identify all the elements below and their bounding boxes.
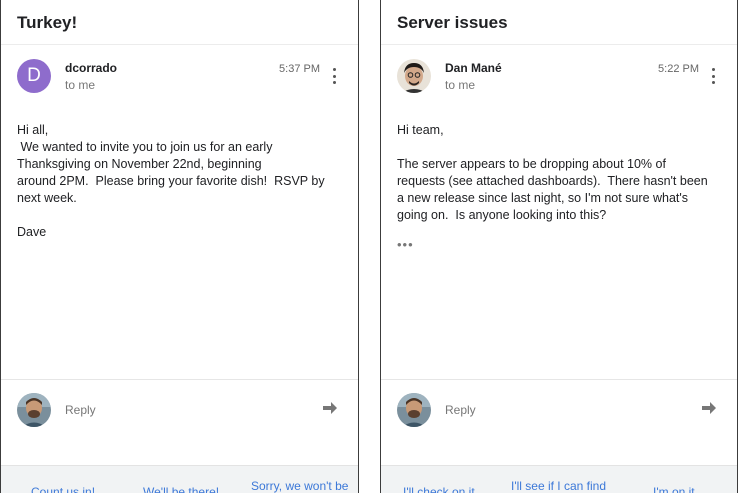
timestamp: 5:37 PM: [279, 63, 320, 75]
smart-reply-chip[interactable]: I'll check on it: [403, 485, 475, 493]
sender-avatar[interactable]: D: [17, 59, 51, 93]
user-avatar: [17, 393, 51, 427]
email-subject: Turkey!: [17, 13, 78, 32]
body-line: a new release since last night, so I'm n…: [397, 191, 689, 205]
body-line: Hi all,: [17, 123, 49, 137]
divider: [1, 44, 358, 45]
more-options-icon[interactable]: [709, 68, 717, 84]
smart-reply-chip[interactable]: I'm on it: [653, 485, 695, 493]
sender-name: dcorrado: [65, 61, 118, 75]
send-arrow-icon[interactable]: [322, 401, 338, 415]
smart-reply-bar: I'll check on it I'll see if I can find …: [381, 465, 737, 493]
smart-reply-chip[interactable]: Count us in!: [31, 485, 95, 493]
divider: [1, 379, 358, 380]
send-arrow-icon[interactable]: [701, 401, 717, 415]
sender-name: Dan Mané: [445, 61, 502, 75]
body-greeting: Hi team,: [397, 123, 444, 137]
reply-input[interactable]: Reply: [65, 403, 96, 417]
email-body: Hi team, The server appears to be droppi…: [397, 122, 708, 253]
body-gap: [397, 139, 708, 156]
body-line: around 2PM. Please bring your favorite d…: [17, 174, 325, 188]
show-trimmed-content-button[interactable]: •••: [397, 236, 708, 253]
divider: [381, 379, 737, 380]
smart-reply-bar: Count us in! We'll be there! Sorry, we w…: [1, 465, 358, 493]
reply-input[interactable]: Reply: [445, 403, 476, 417]
email-pane-left: Turkey! D dcorrado to me 5:37 PM Hi all,…: [0, 0, 359, 493]
email-body: Hi all, We wanted to invite you to join …: [17, 122, 325, 241]
body-line: We wanted to invite you to join us for a…: [17, 140, 273, 154]
sender-avatar[interactable]: [397, 59, 431, 93]
smart-reply-chip[interactable]: We'll be there!: [143, 485, 219, 493]
timestamp: 5:22 PM: [658, 63, 699, 75]
email-subject: Server issues: [397, 13, 508, 32]
body-line: next week.: [17, 191, 77, 205]
divider: [381, 44, 737, 45]
body-line: requests (see attached dashboards). Ther…: [397, 174, 708, 188]
body-line: going on. Is anyone looking into this?: [397, 208, 607, 222]
recipient-label: to me: [65, 78, 96, 92]
body-signature: Dave: [17, 225, 47, 239]
recipient-label: to me: [445, 78, 476, 92]
more-options-icon[interactable]: [330, 68, 338, 84]
body-gap: [17, 207, 325, 224]
email-pane-right: Server issues Dan Mané to me 5:22 PM Hi …: [380, 0, 738, 493]
user-avatar: [397, 393, 431, 427]
body-line: The server appears to be dropping about …: [397, 157, 666, 171]
body-line: Thanksgiving on November 22nd, beginning: [17, 157, 262, 171]
smart-reply-chip[interactable]: Sorry, we won't be: [251, 479, 348, 493]
smart-reply-chip[interactable]: I'll see if I can find: [511, 479, 606, 493]
